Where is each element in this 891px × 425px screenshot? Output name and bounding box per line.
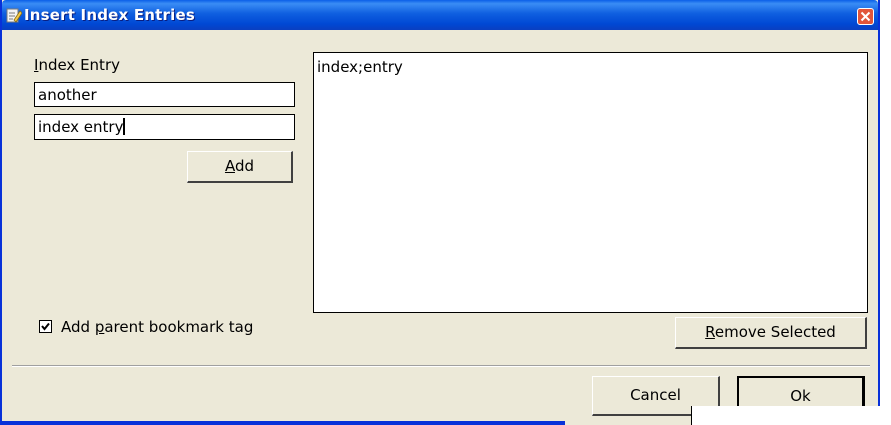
index-entries-list[interactable]: index;entry <box>313 52 868 313</box>
bottom-border <box>0 421 565 425</box>
checkmark-icon <box>41 322 50 331</box>
edit-note-icon <box>6 8 22 23</box>
add-parent-bookmark-label[interactable]: Add parent bookmark tag <box>61 318 253 336</box>
add-button[interactable]: Add <box>187 151 293 183</box>
close-button[interactable] <box>857 8 874 25</box>
window-title: Insert Index Entries <box>24 6 195 24</box>
text-caret <box>123 118 126 135</box>
index-entry-field-1[interactable]: another <box>34 82 295 107</box>
overlapping-window-fragment <box>691 406 891 425</box>
separator <box>12 365 870 367</box>
add-parent-bookmark-checkbox[interactable] <box>39 320 52 333</box>
remove-selected-button[interactable]: Remove Selected <box>675 317 867 349</box>
title-bar: Insert Index Entries <box>2 0 878 30</box>
insert-index-entries-dialog: Insert Index Entries Index Entry another… <box>0 0 880 425</box>
close-icon <box>860 11 871 22</box>
list-item[interactable]: index;entry <box>317 58 403 76</box>
index-entry-label: Index Entry <box>34 56 120 74</box>
index-entry-field-2[interactable]: index entry <box>34 114 295 140</box>
